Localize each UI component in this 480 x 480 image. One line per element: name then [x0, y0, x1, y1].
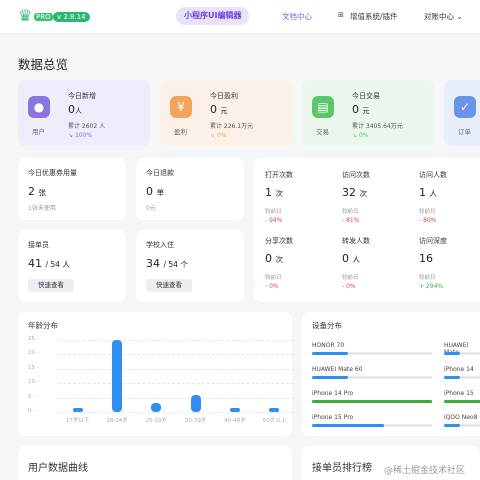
- metric-forwarders: 转发人数 0 人 较前日 - 0%: [342, 237, 370, 290]
- chart-gridline: [58, 340, 294, 341]
- stat-card-new-users[interactable]: ● 用户 今日新增 0人 累计 2602 人 ↘ 100%: [18, 80, 150, 146]
- device-share-fill: [312, 400, 432, 403]
- user-data-curve-title: 用户数据曲线: [28, 463, 88, 474]
- device-name: iPhone 14 Pro: [312, 390, 354, 397]
- y-tick-label: 15 -: [28, 364, 39, 371]
- page-title: 数据总览: [18, 57, 69, 72]
- docs-link[interactable]: 文档中心: [282, 11, 312, 22]
- device-name: iPhone 15: [444, 390, 474, 397]
- device-share-bar: [312, 424, 432, 427]
- user-icon: ●: [28, 96, 50, 118]
- device-share-bar: [444, 424, 480, 427]
- version-badge: v 2.8.14: [53, 12, 90, 22]
- y-tick-label: 20 -: [28, 350, 39, 357]
- metric-visit-depth: 访问深度 16 较前日 + 294%: [419, 237, 447, 290]
- top-navigation-bar: ♛ PRO v 2.8.14 小程序UI编辑器 文档中心 ⊞ 增值系统/插件 对…: [0, 0, 480, 34]
- age-bar[interactable]: [190, 394, 201, 412]
- device-distribution-card: 设备分布 HONOR 70HUAWEI MateHUAWEI Mate 60iP…: [302, 312, 480, 436]
- device-share-bar: [312, 352, 432, 355]
- age-bar[interactable]: [112, 340, 122, 412]
- money-bag-icon: ¥: [170, 96, 192, 118]
- clipboard-icon: ✓: [454, 96, 476, 118]
- chart-gridline: [58, 397, 294, 399]
- device-name: HONOR 70: [312, 342, 345, 349]
- device-share-bar: [444, 352, 480, 355]
- trend-indicator: ↘ 100%: [68, 132, 93, 139]
- device-share-bar: [312, 400, 432, 403]
- device-share-fill: [444, 400, 480, 403]
- x-tick-label: 17岁以下: [65, 418, 90, 424]
- crown-logo-icon: ♛: [18, 6, 33, 25]
- x-tick-label: 50岁以上: [262, 418, 287, 424]
- y-tick-label: 10 -: [28, 379, 39, 386]
- grid-icon: ⊞: [338, 11, 344, 19]
- pro-badge: PRO: [34, 13, 53, 21]
- card-school-residency: 学校入住 34 / 54 个 快速查看: [136, 230, 244, 302]
- device-share-bar: [444, 400, 480, 403]
- metric-visit-count: 访问次数 32 次 较前日 - 81%: [342, 171, 370, 224]
- device-share-fill: [312, 376, 348, 379]
- watermark: @稀土掘金技术社区: [384, 466, 466, 476]
- chart-gridline: [58, 354, 294, 356]
- age-distribution-card: 年龄分布 0 - 5 - 10 - 15 - 20 - 25 - 17岁以下 18-24岁 25…: [18, 312, 294, 436]
- chart-gridline: [58, 412, 294, 413]
- device-name: HUAWEI Mate 60: [312, 366, 363, 373]
- age-bar[interactable]: [269, 408, 280, 412]
- x-tick-label: 30-39岁: [184, 418, 207, 424]
- card-coupon-usage: 今日优惠券用量 2 张 1张未使用: [18, 158, 126, 220]
- device-name: iPhone 15 Pro: [312, 414, 354, 421]
- device-share-fill: [444, 376, 460, 379]
- device-name: iPhone 14: [444, 366, 474, 373]
- trend-indicator: ↘ 0%: [352, 132, 369, 139]
- y-tick-label: 0 -: [28, 408, 36, 414]
- device-name: iQOO Neo8: [444, 414, 478, 421]
- device-share-fill: [312, 352, 348, 355]
- account-dropdown[interactable]: 对账中心 ⌄: [424, 11, 463, 22]
- device-share-fill: [444, 424, 460, 427]
- stat-card-profit[interactable]: ¥ 盈利 今日盈利 0 元 累计 226.1万元 ↘ 0%: [160, 80, 292, 146]
- x-tick-label: 18-24岁: [106, 418, 128, 424]
- device-section-title: 设备分布: [312, 321, 342, 330]
- metric-visitors: 访问人数 1 人 较前日 - 80%: [419, 171, 447, 224]
- device-share-bar: [312, 376, 432, 379]
- device-share-fill: [444, 352, 460, 355]
- age-bar[interactable]: [230, 408, 240, 412]
- traffic-metrics-card: 打开次数 1 次 较前日 - 94% 访问次数 32 次 较前日 - 81% 访…: [254, 158, 480, 302]
- chart-gridline: [58, 368, 294, 370]
- age-chart-title: 年龄分布: [28, 321, 58, 330]
- stat-card-transactions[interactable]: ▤ 交易 今日交易 0 元 累计 3405.64万元 ↘ 0%: [302, 80, 434, 146]
- document-icon: ▤: [312, 96, 334, 118]
- stat-card-orders[interactable]: ✓ 订单: [444, 80, 480, 146]
- quick-view-school-button[interactable]: 快速查看: [146, 279, 192, 292]
- x-tick-label: 25-29岁: [145, 418, 168, 424]
- age-bar[interactable]: [151, 403, 162, 412]
- device-share-fill: [312, 424, 384, 427]
- staff-ranking-title: 接单员排行榜: [312, 463, 372, 474]
- y-tick-label: 5 -: [28, 393, 36, 400]
- card-refunds: 今日退款 0 单 0元: [136, 158, 244, 220]
- metric-open-count: 打开次数 1 次 较前日 - 94%: [265, 171, 293, 224]
- services-link[interactable]: 增值系统/插件: [350, 11, 398, 22]
- trend-indicator: ↘ 0%: [210, 132, 227, 139]
- age-bar[interactable]: [72, 408, 83, 412]
- y-tick-label: 25 -: [28, 336, 39, 342]
- chart-gridline: [58, 383, 294, 385]
- metric-share-count: 分享次数 0 次 较前日 - 0%: [265, 237, 293, 290]
- brand-editor-link[interactable]: 小程序UI编辑器: [176, 7, 250, 25]
- card-order-staff: 接单员 41 / 54 人 快速查看: [18, 230, 126, 302]
- quick-view-staff-button[interactable]: 快速查看: [28, 279, 74, 292]
- device-share-bar: [444, 376, 480, 379]
- x-tick-label: 40-49岁: [224, 418, 246, 424]
